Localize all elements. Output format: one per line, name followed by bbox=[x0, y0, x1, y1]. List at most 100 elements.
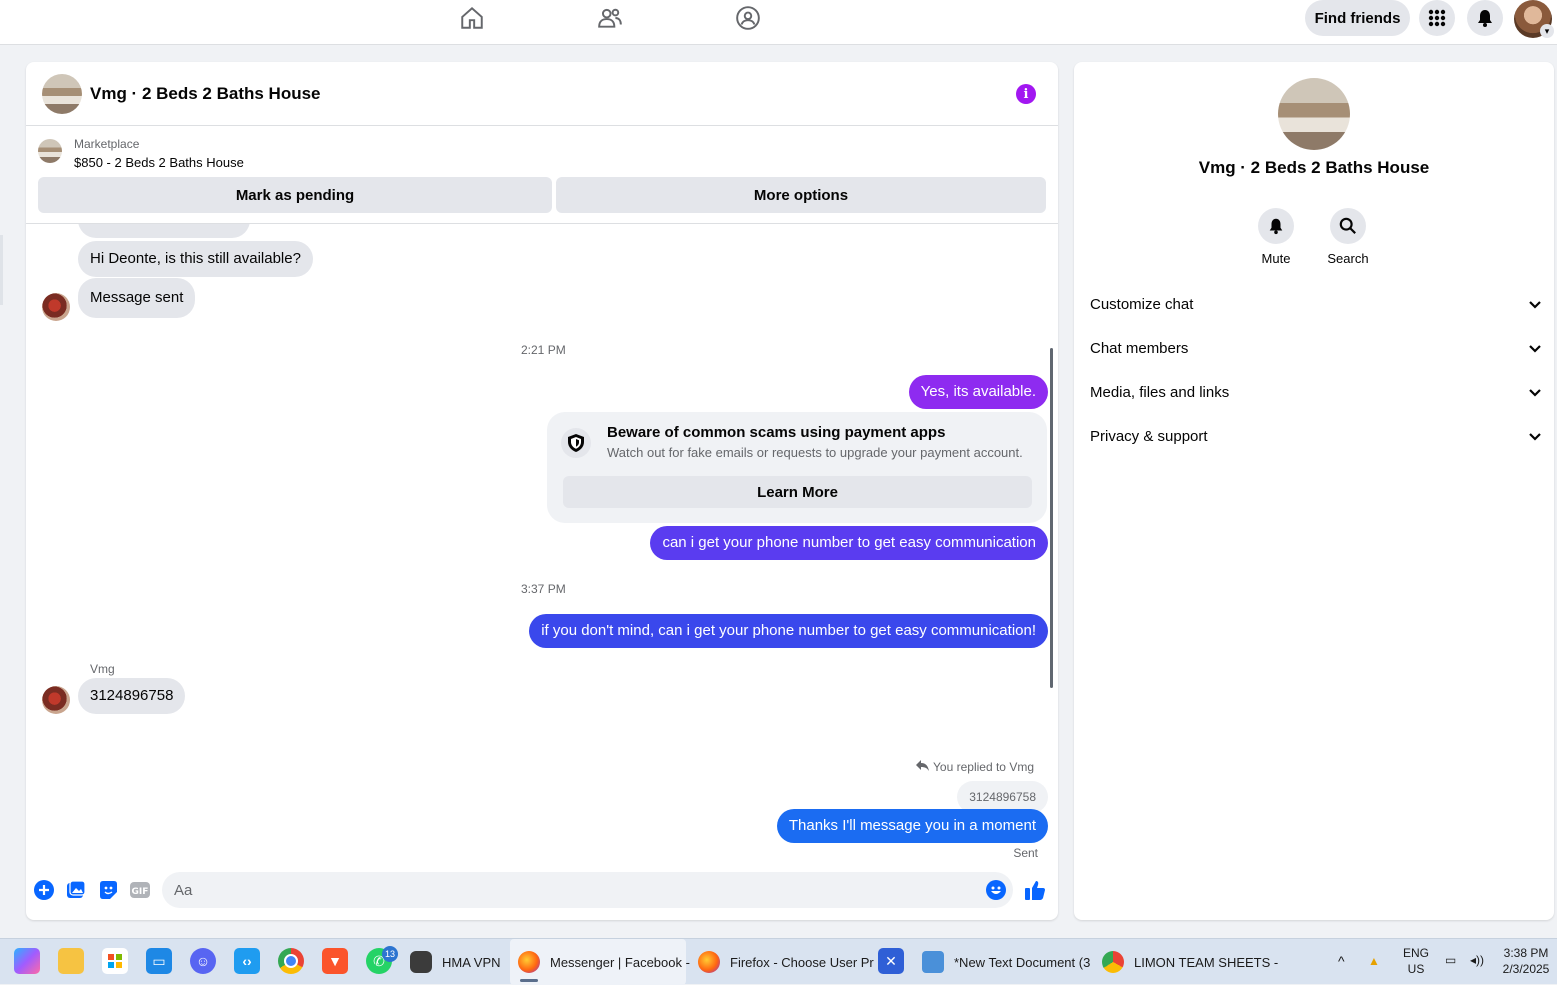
volume-icon[interactable]: ◂)) bbox=[1470, 952, 1484, 968]
chevron-down-icon bbox=[1528, 296, 1542, 313]
section-label: Privacy & support bbox=[1090, 427, 1208, 445]
bell-icon bbox=[1258, 208, 1294, 244]
outgoing-message[interactable]: if you don't mind, can i get your phone … bbox=[529, 614, 1048, 648]
incoming-message[interactable]: 3124896758 bbox=[78, 678, 186, 714]
menu-grid-icon[interactable] bbox=[1419, 0, 1455, 36]
whatsapp-badge: 13 bbox=[382, 946, 398, 962]
section-privacy-support[interactable]: Privacy & support bbox=[1090, 418, 1542, 454]
left-sidebar-edge bbox=[0, 235, 3, 305]
taskbar-app-firefox[interactable]: Firefox - Choose User Pr bbox=[698, 939, 874, 985]
top-navigation-bar: Find friends ▾ bbox=[0, 0, 1557, 45]
sender-avatar[interactable] bbox=[42, 686, 70, 714]
taskbar-app-label: HMA VPN bbox=[442, 954, 501, 970]
reply-arrow-icon bbox=[916, 760, 930, 774]
windows-taskbar: ▭ ☺ ‹› ▼ ✆ 13 HMA VPN Messenger | Facebo… bbox=[0, 938, 1557, 985]
listing-title[interactable]: $850 - 2 Beds 2 Baths House bbox=[74, 155, 244, 170]
language-label: ENG bbox=[1402, 946, 1429, 960]
sender-name: Vmg bbox=[90, 662, 115, 676]
clock-date: 2/3/2025 bbox=[1502, 962, 1550, 976]
sticker-icon[interactable] bbox=[97, 879, 119, 901]
message-composer: GIF bbox=[26, 872, 1058, 920]
section-chat-members[interactable]: Chat members bbox=[1090, 330, 1542, 366]
message-bubble-partial bbox=[78, 224, 250, 238]
search-button[interactable]: Search bbox=[1318, 208, 1378, 266]
conversation-info-panel: Vmg · 2 Beds 2 Baths House Mute Search C… bbox=[1074, 62, 1554, 920]
mute-label: Mute bbox=[1261, 251, 1291, 266]
message-timestamp: 2:21 PM bbox=[521, 343, 566, 357]
emoji-icon[interactable] bbox=[985, 879, 1007, 901]
groups-icon[interactable] bbox=[734, 4, 762, 32]
shield-icon bbox=[561, 428, 591, 458]
section-label: Chat members bbox=[1090, 339, 1189, 357]
listing-avatar[interactable] bbox=[42, 74, 82, 114]
incoming-message[interactable]: Hi Deonte, is this still available? bbox=[78, 241, 313, 277]
scrollbar[interactable] bbox=[1050, 348, 1053, 688]
discord-icon[interactable]: ☺ bbox=[190, 948, 216, 974]
security-warning-icon[interactable]: ▲ bbox=[1368, 953, 1380, 969]
firefox-icon bbox=[698, 951, 720, 973]
mute-button[interactable]: Mute bbox=[1246, 208, 1306, 266]
conversation-name: Vmg · 2 Beds 2 Baths House bbox=[1198, 158, 1430, 177]
listing-photo[interactable] bbox=[1278, 78, 1350, 150]
language-indicator[interactable]: ENG US bbox=[1396, 945, 1436, 977]
taskbar-app-chrome[interactable]: LIMON TEAM SHEETS - bbox=[1102, 939, 1278, 985]
taskbar-app-label: *New Text Document (3 bbox=[954, 954, 1091, 970]
notifications-icon[interactable] bbox=[1467, 0, 1503, 36]
taskbar-app-hma[interactable]: HMA VPN bbox=[410, 939, 501, 985]
thumbs-up-icon[interactable] bbox=[1024, 879, 1046, 901]
listing-category: Marketplace bbox=[74, 137, 140, 151]
more-options-button[interactable]: More options bbox=[556, 177, 1046, 213]
reply-indicator: You replied to Vmg bbox=[916, 760, 1034, 774]
chevron-down-icon[interactable]: ▾ bbox=[1540, 24, 1554, 38]
reply-indicator-text: You replied to Vmg bbox=[933, 760, 1034, 774]
notepad-icon bbox=[922, 951, 944, 973]
clock[interactable]: 3:38 PM 2/3/2025 bbox=[1496, 945, 1556, 977]
chrome-icon bbox=[1102, 951, 1124, 973]
vscode-icon[interactable]: ‹› bbox=[234, 948, 260, 974]
region-label: US bbox=[1407, 962, 1425, 976]
find-friends-button[interactable]: Find friends bbox=[1305, 0, 1410, 36]
chat-header: Vmg · 2 Beds 2 Baths House i bbox=[26, 62, 1058, 126]
copilot-icon[interactable] bbox=[14, 948, 40, 974]
message-input[interactable] bbox=[162, 872, 1013, 908]
learn-more-button[interactable]: Learn More bbox=[563, 476, 1032, 508]
chat-title[interactable]: Vmg · 2 Beds 2 Baths House bbox=[90, 84, 321, 104]
app-icon[interactable]: ✕ bbox=[878, 948, 904, 974]
taskbar-app-label: Messenger | Facebook - bbox=[550, 954, 690, 970]
remote-desktop-icon[interactable]: ▭ bbox=[146, 948, 172, 974]
gif-icon[interactable]: GIF bbox=[129, 879, 151, 901]
friends-icon[interactable] bbox=[596, 4, 624, 32]
file-explorer-icon[interactable] bbox=[58, 948, 84, 974]
outgoing-message[interactable]: Thanks I'll message you in a moment bbox=[776, 809, 1048, 843]
chrome-icon[interactable] bbox=[278, 948, 304, 974]
mark-as-pending-button[interactable]: Mark as pending bbox=[38, 177, 552, 213]
chevron-down-icon bbox=[1528, 384, 1542, 401]
store-icon[interactable] bbox=[102, 948, 128, 974]
chevron-up-icon[interactable]: ^ bbox=[1338, 953, 1345, 969]
section-media-files-links[interactable]: Media, files and links bbox=[1090, 374, 1542, 410]
clock-time: 3:38 PM bbox=[1503, 946, 1549, 960]
active-app-indicator bbox=[520, 979, 538, 982]
listing-thumbnail[interactable] bbox=[38, 139, 62, 163]
photo-icon[interactable] bbox=[65, 879, 87, 901]
home-icon[interactable] bbox=[458, 4, 486, 32]
taskbar-app-notepad[interactable]: *New Text Document (3 bbox=[922, 939, 1090, 985]
marketplace-listing-bar: Marketplace $850 - 2 Beds 2 Baths House … bbox=[26, 126, 1058, 224]
outgoing-message[interactable]: can i get your phone number to get easy … bbox=[650, 526, 1048, 560]
sender-avatar[interactable] bbox=[42, 293, 70, 321]
chat-panel: Vmg · 2 Beds 2 Baths House i Marketplace… bbox=[26, 62, 1058, 920]
svg-text:GIF: GIF bbox=[132, 887, 149, 897]
incoming-message[interactable]: Message sent bbox=[78, 278, 196, 318]
brave-icon[interactable]: ▼ bbox=[322, 948, 348, 974]
section-customize-chat[interactable]: Customize chat bbox=[1090, 286, 1542, 322]
chevron-down-icon bbox=[1528, 340, 1542, 357]
chevron-down-icon bbox=[1528, 428, 1542, 445]
info-icon[interactable]: i bbox=[1016, 84, 1036, 104]
section-label: Media, files and links bbox=[1090, 383, 1230, 401]
network-icon[interactable]: ▭ bbox=[1445, 952, 1456, 968]
scam-warning-text: Watch out for fake emails or requests to… bbox=[607, 445, 1023, 460]
outgoing-message[interactable]: Yes, its available. bbox=[908, 375, 1048, 409]
section-label: Customize chat bbox=[1090, 295, 1194, 313]
add-icon[interactable] bbox=[33, 879, 55, 901]
search-icon bbox=[1330, 208, 1366, 244]
